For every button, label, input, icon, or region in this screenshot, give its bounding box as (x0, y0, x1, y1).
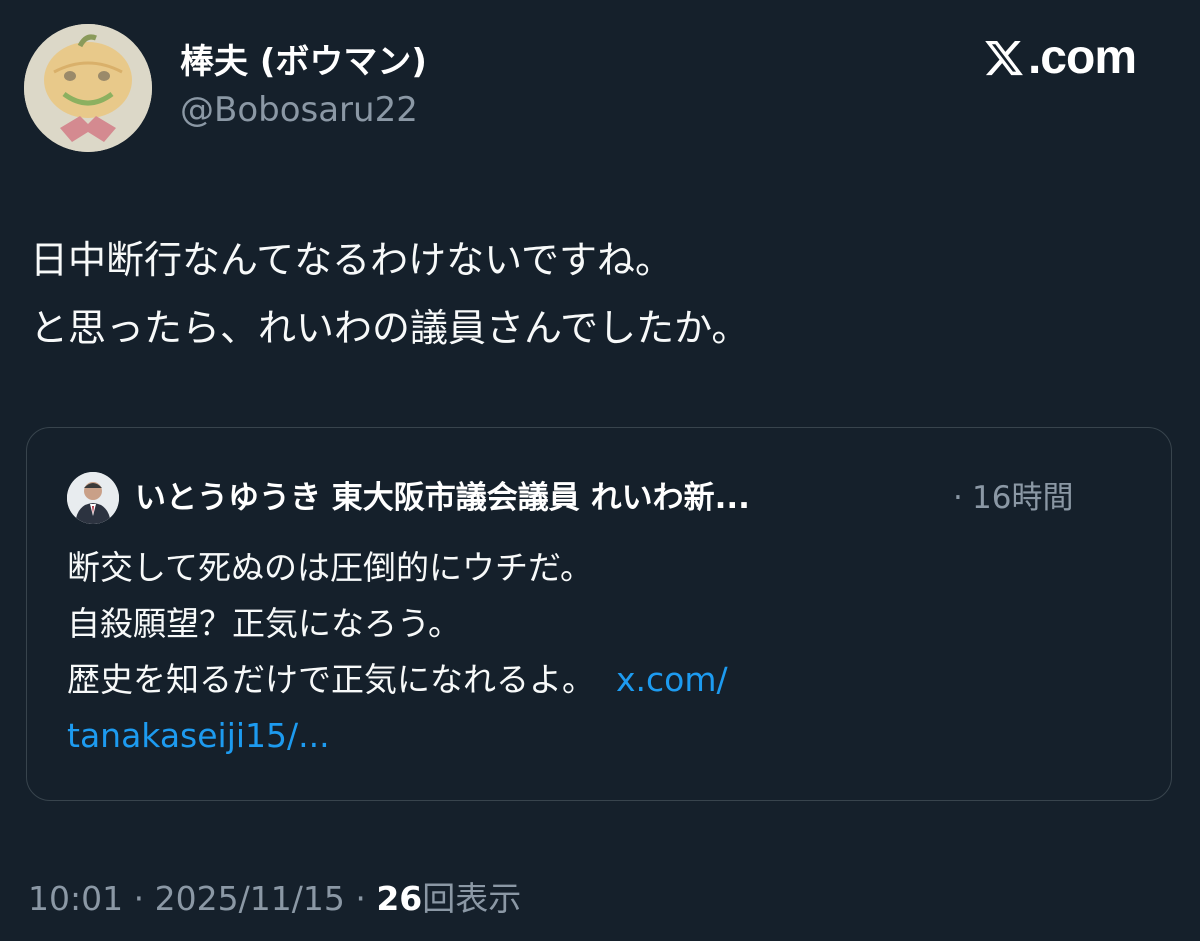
quote-line: 断交して死ぬのは圧倒的にウチだ。 (67, 548, 594, 587)
tweet-line: と思ったら、れいわの議員さんでしたか。 (30, 306, 750, 350)
view-count: 26 (376, 879, 423, 918)
tweet-date[interactable]: 2025/11/15 (155, 879, 345, 918)
quote-text: 断交して死ぬのは圧倒的にウチだ。 自殺願望？正気になろう。 歴史を知るだけで正気… (67, 540, 1127, 764)
quote-line: tanakaseiji15/... (67, 708, 1127, 764)
tweet-time[interactable]: 10:01 (28, 879, 123, 918)
person-photo-avatar-icon (67, 472, 119, 524)
quote-link-continued[interactable]: tanakaseiji15/... (67, 716, 330, 755)
tweet-text: 日中断行なんてなるわけないですね。 と思ったら、れいわの議員さんでしたか。 (30, 226, 1170, 362)
view-count-label: 回表示 (422, 879, 522, 918)
author-handle[interactable]: @Bobosaru22 (180, 90, 418, 130)
author-avatar[interactable] (24, 24, 152, 152)
quote-link[interactable]: x.com/ (616, 660, 728, 699)
quote-line: 自殺願望？正気になろう。 (67, 604, 462, 643)
quote-author-name[interactable]: いとうゆうき 東大阪市議会議員 れいわ新... (135, 472, 750, 524)
quote-separator: · (953, 480, 963, 516)
x-logo-icon (985, 40, 1023, 76)
tweet-line: 日中断行なんてなるわけないですね。 (30, 238, 673, 282)
quote-line: 歴史を知るだけで正気になれるよ。 x.com/ (67, 652, 1127, 708)
pumpkin-face-avatar-icon (24, 24, 152, 152)
x-com-logo[interactable]: .com (982, 31, 1137, 84)
author-display-name[interactable]: 棒夫 (ボウマン) (180, 34, 427, 83)
brand-domain-text: .com (1027, 31, 1137, 84)
quoted-tweet-card[interactable]: いとうゆうき 東大阪市議会議員 れいわ新... · 16時間 断交して死ぬのは圧… (26, 427, 1172, 801)
meta-separator: · (355, 879, 366, 918)
tweet-meta: 10:01 · 2025/11/15 · 26回表示 (28, 876, 521, 922)
meta-separator: · (133, 879, 145, 918)
quote-timestamp[interactable]: 16時間 (972, 472, 1073, 524)
quote-line-text: 歴史を知るだけで正気になれるよ。 (67, 660, 595, 699)
quote-author-avatar[interactable] (67, 472, 119, 524)
